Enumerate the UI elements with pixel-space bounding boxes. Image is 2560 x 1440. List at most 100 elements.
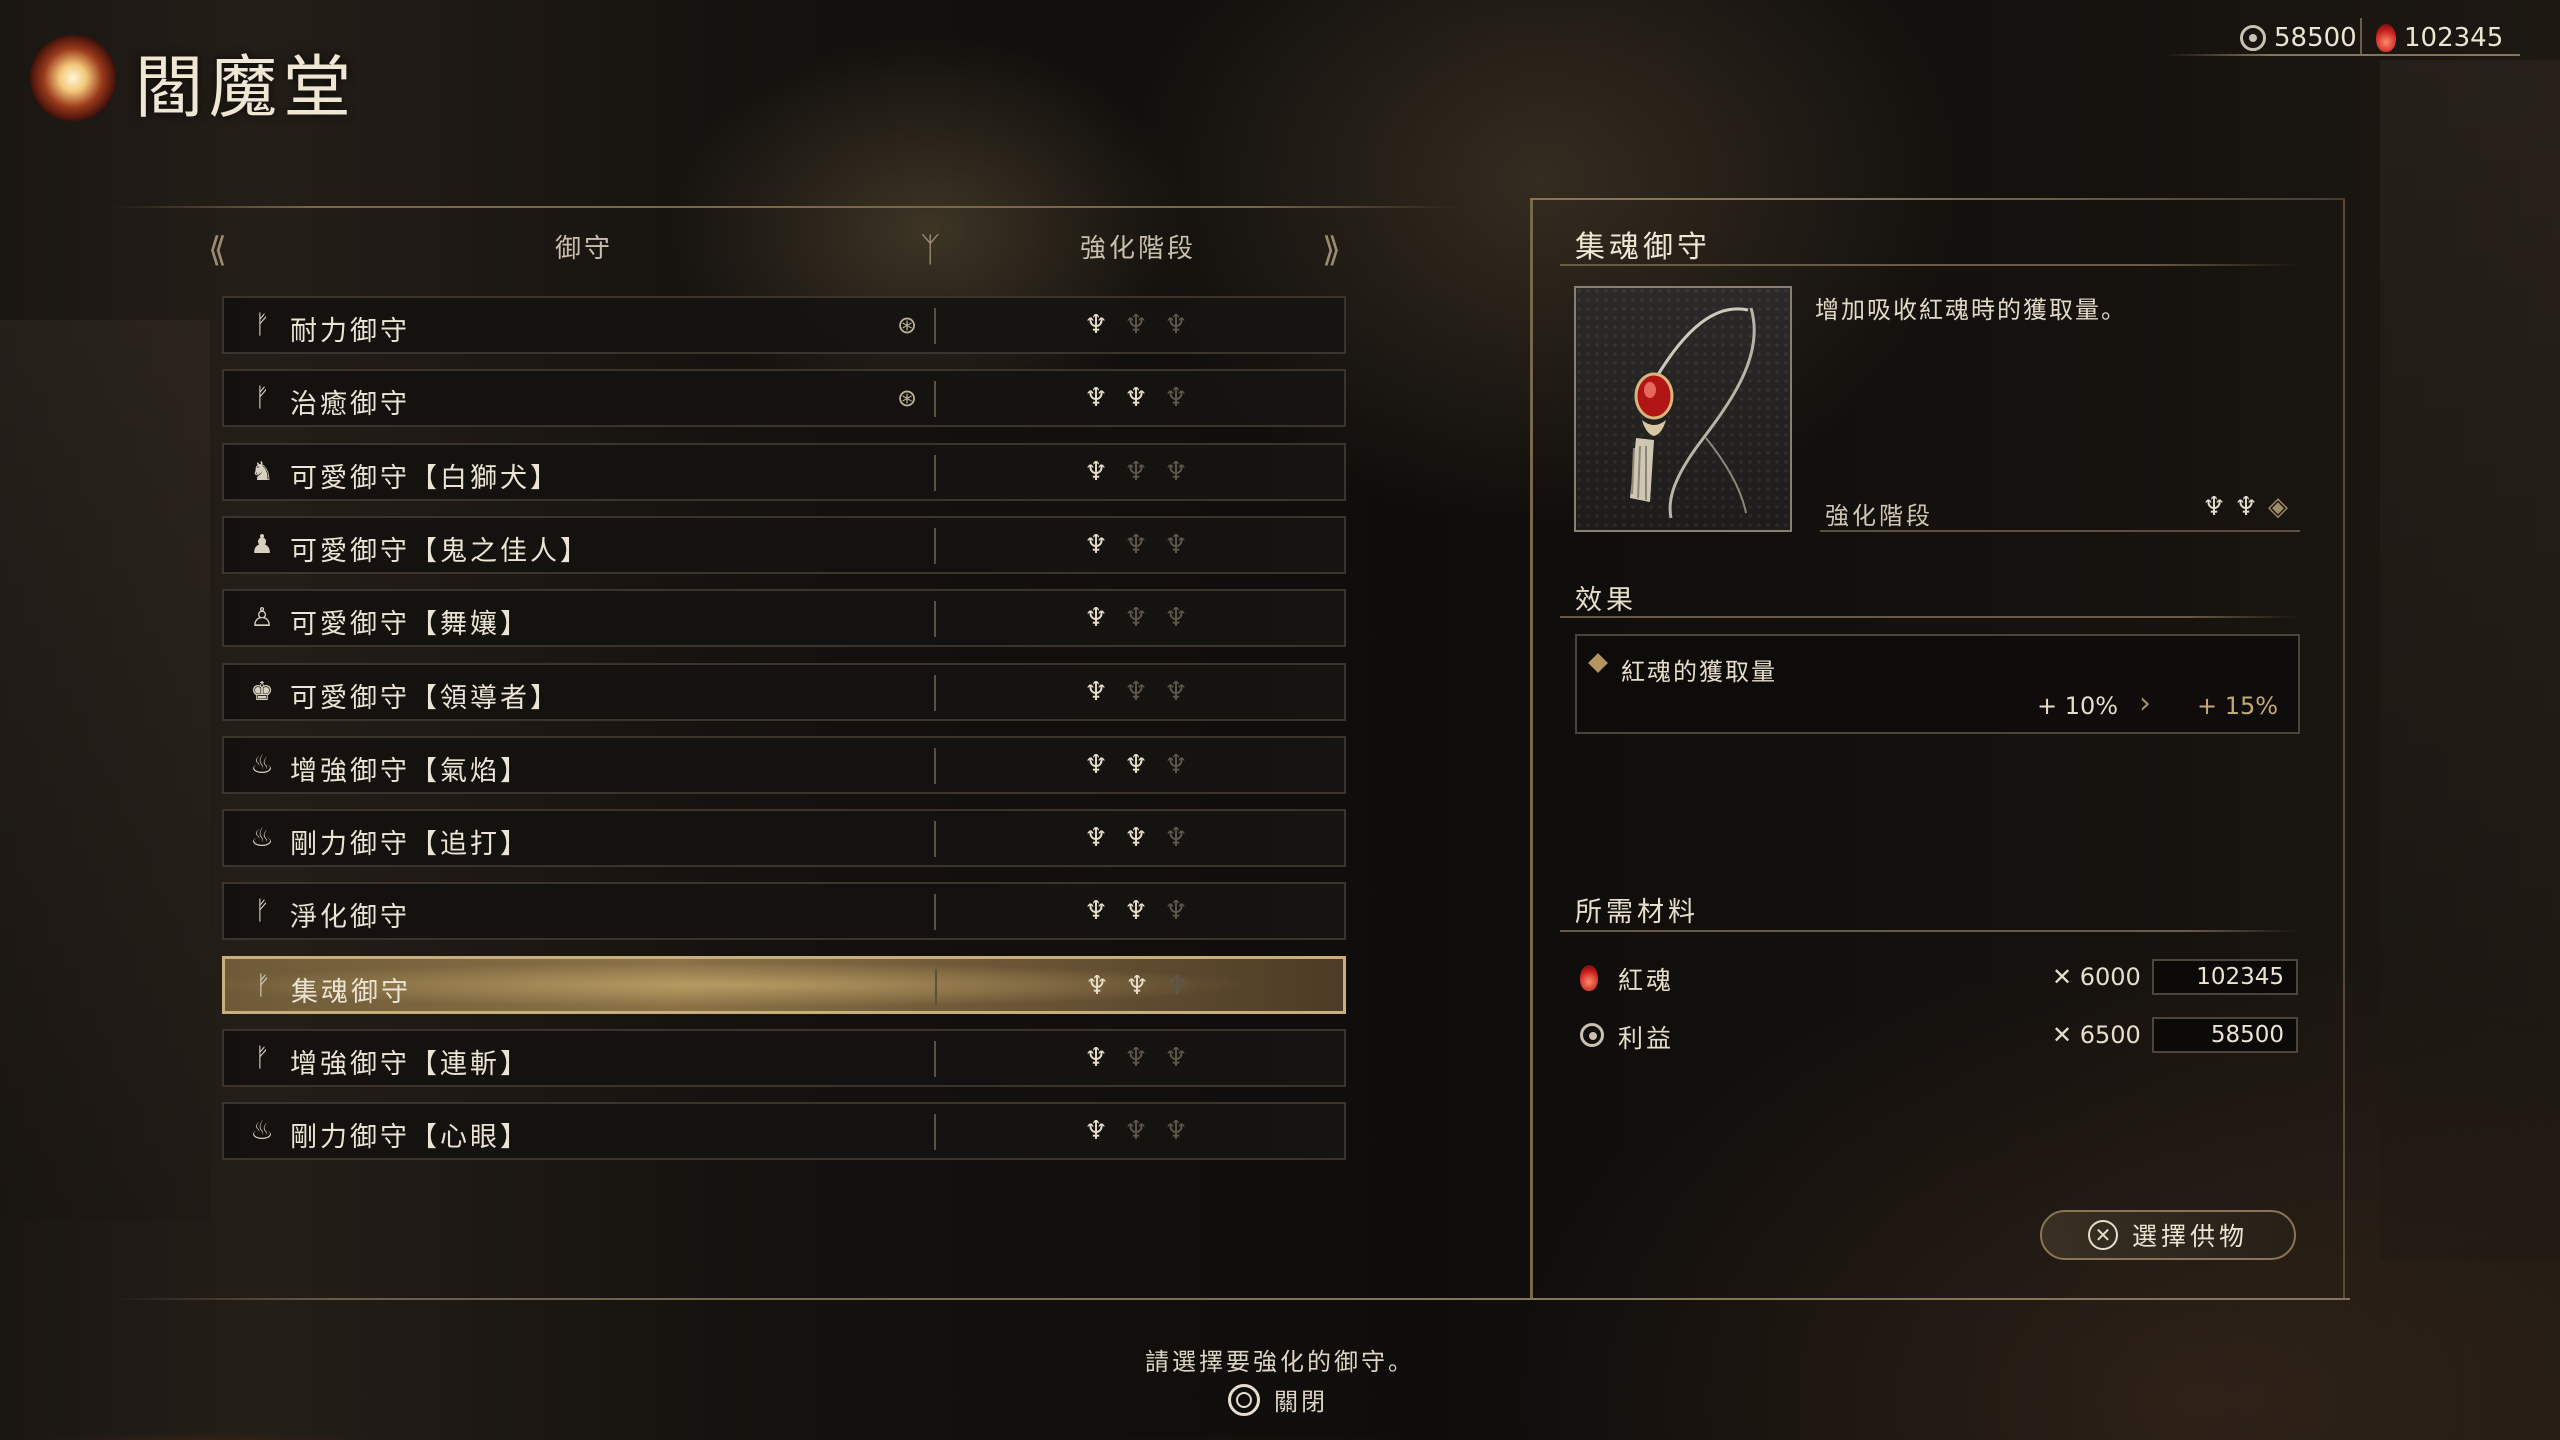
cross-button-icon: ✕ [2087, 1220, 2118, 1250]
charm-name: 可愛御守【領導者】 [290, 682, 560, 714]
row-divider [934, 381, 936, 418]
flame-empty-icon: ♆ [1164, 383, 1188, 414]
materials-title-underline [1560, 930, 2300, 932]
stage-indicator: ♆ ♆ ♆ [1082, 1043, 1190, 1073]
currency-underline [2165, 54, 2520, 56]
flame-empty-icon: ♆ [1164, 1116, 1188, 1147]
flame-filled-icon: ♆ [1084, 456, 1108, 487]
list-frame-top [110, 206, 1460, 208]
equipped-icon: ⊛ [896, 311, 918, 339]
amrita-counter: 58500 [2240, 18, 2357, 58]
flame-empty-icon: ♆ [1165, 970, 1189, 1001]
charm-row[interactable]: ᚠ 增強御守【連斬】 ♆ ♆ ♆ [222, 1029, 1346, 1087]
stage-label: 強化階段 [1825, 502, 1933, 530]
charm-row[interactable]: ♨ 剛力御守【追打】 ♆ ♆ ♆ [222, 809, 1346, 868]
materials-title: 所需材料 [1575, 897, 1699, 928]
stage-indicator: ♆ ♆ ♆ [1082, 310, 1190, 340]
charm-row[interactable]: ♙ 可愛御守【舞孃】 ♆ ♆ ♆ [222, 589, 1346, 648]
currency-divider [2360, 18, 2362, 56]
flame-empty-icon: ♆ [1164, 310, 1188, 340]
charm-icon: ᚠ [254, 1043, 270, 1073]
charm-row[interactable]: ♚ 可愛御守【領導者】 ♆ ♆ ♆ [222, 662, 1346, 721]
charm-row[interactable]: ♨ 剛力御守【心眼】 ♆ ♆ ♆ [222, 1102, 1346, 1161]
flame-empty-icon: ♆ [1124, 1116, 1148, 1147]
material-row: 紅魂 ✕ 6000 102345 [1580, 959, 2300, 999]
flame-filled-icon: ♆ [1124, 896, 1148, 927]
flame-filled-icon: ♆ [1084, 749, 1108, 780]
red-spirit-counter: 102345 [2376, 18, 2503, 58]
row-divider [934, 894, 936, 931]
flame-filled-icon: ♆ [1084, 1116, 1108, 1147]
red-spirit-icon [1580, 965, 1598, 991]
flame-empty-icon: ♆ [1164, 456, 1188, 487]
shrine-emblem-icon [30, 35, 116, 121]
charm-row[interactable]: ᚠ 淨化御守 ♆ ♆ ♆ [222, 882, 1346, 941]
circle-button-icon [1228, 1383, 1260, 1416]
flame-filled-icon: ♆ [1085, 970, 1109, 1001]
charm-row[interactable]: ♞ 可愛御守【白獅犬】 ♆ ♆ ♆ [222, 442, 1346, 501]
flame-filled-icon: ♆ [1084, 529, 1108, 560]
material-required: ✕ 6000 [2052, 963, 2141, 991]
row-divider [934, 747, 936, 784]
previous-tab-icon[interactable]: ⟪ [208, 230, 227, 270]
charm-row[interactable]: ♟ 可愛御守【鬼之佳人】 ♆ ♆ ♆ [222, 515, 1346, 574]
close-label: 關閉 [1274, 1388, 1328, 1416]
next-tab-icon[interactable]: ⟫ [1322, 230, 1341, 270]
leader-icon: ♚ [250, 676, 274, 707]
charm-icon: ᚠ [254, 383, 270, 414]
flame-filled-icon: ♆ [1124, 383, 1148, 414]
close-button[interactable]: 關閉 [1228, 1382, 1328, 1417]
lion-dog-icon: ♞ [250, 456, 274, 487]
charm-image [1574, 286, 1792, 532]
amrita-icon [2240, 25, 2266, 51]
column-divider-ornament-icon: ᛉ [920, 230, 941, 270]
row-divider [934, 308, 936, 344]
charm-name: 增強御守【連斬】 [290, 1049, 530, 1080]
charm-icon: ᚠ [254, 896, 270, 927]
background-wall-right [2380, 60, 2560, 1260]
effect-name: 紅魂的獲取量 [1621, 658, 1777, 686]
charm-row[interactable]: ᚠ 集魂御守 ♆ ♆ ♆ [222, 955, 1346, 1014]
flame-filled-icon: ♆ [1124, 749, 1148, 780]
effects-title: 效果 [1575, 585, 1637, 616]
stage-indicator: ♆ ♆ ♆ [1082, 896, 1190, 926]
stage-indicator: ♆ ♆ ♆ [1082, 383, 1190, 413]
charm-row[interactable]: ᚠ 治癒御守 ⊛ ♆ ♆ ♆ [222, 369, 1346, 428]
flame-empty-icon: ♆ [1164, 896, 1188, 927]
flame-empty-icon: ♆ [1164, 529, 1188, 560]
effects-title-underline [1560, 616, 2300, 618]
charm-description: 增加吸收紅魂時的獲取量。 [1815, 296, 2127, 324]
charm-row[interactable]: ᚠ 耐力御守 ⊛ ♆ ♆ ♆ [222, 296, 1346, 354]
flame-empty-icon: ♆ [1164, 603, 1188, 634]
red-spirit-icon [2376, 24, 2396, 52]
chevron-right-icon: › [2139, 686, 2151, 721]
charm-icon: ᚠ [254, 310, 270, 340]
row-divider [934, 1114, 936, 1151]
row-divider [934, 821, 936, 858]
select-offering-button[interactable]: ✕ 選擇供物 [2040, 1210, 2296, 1260]
charm-name: 可愛御守【白獅犬】 [290, 462, 560, 494]
amrita-icon [1580, 1023, 1604, 1047]
flame-empty-icon: ♆ [1124, 529, 1148, 560]
row-divider [934, 454, 936, 491]
charm-bag-icon: ♨ [250, 749, 274, 780]
effect-row: 紅魂的獲取量 + 10% › + 15% [1575, 634, 2300, 734]
dancer-icon: ♙ [250, 603, 274, 634]
flame-filled-icon: ♆ [1084, 676, 1108, 707]
stage-indicator: ♆ ♆ ♆ [1082, 1116, 1190, 1146]
flame-filled-icon: ♆ [1124, 823, 1148, 854]
flame-next-icon: ◈ [2268, 492, 2288, 522]
charm-bag-icon: ♨ [250, 1116, 274, 1147]
charm-row[interactable]: ♨ 增強御守【氣焰】 ♆ ♆ ♆ [222, 735, 1346, 794]
row-divider [934, 601, 936, 638]
charm-name: 治癒御守 [290, 389, 410, 421]
flame-empty-icon: ♆ [1124, 676, 1148, 707]
stage-indicator: ♆ ♆ ♆ [1082, 823, 1190, 853]
stage-underline [1820, 530, 2300, 532]
charm-name: 耐力御守 [290, 316, 410, 347]
material-required: ✕ 6500 [2052, 1021, 2141, 1049]
detail-title-underline [1560, 264, 2300, 266]
charm-pendant-icon [1630, 307, 1756, 519]
effect-bullet-icon [1588, 653, 1608, 673]
flame-empty-icon: ♆ [1164, 1043, 1188, 1073]
